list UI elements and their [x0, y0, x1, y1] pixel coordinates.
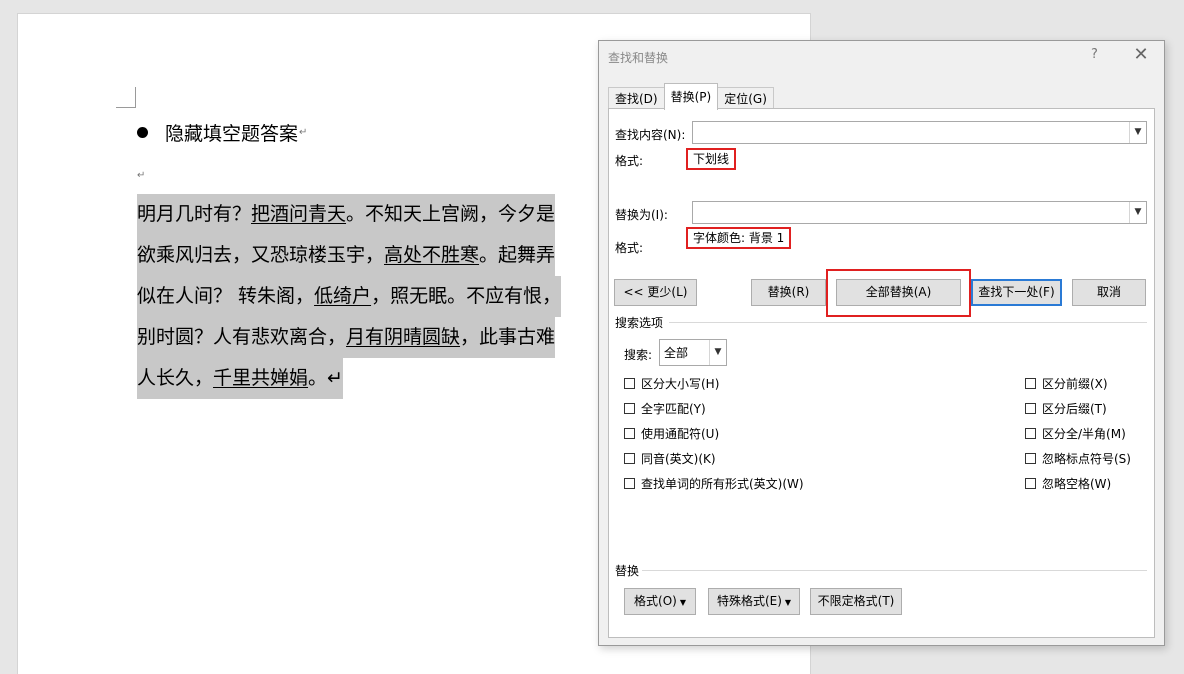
replace-all-button[interactable]: 全部替换(A): [836, 279, 961, 306]
poem-line[interactable]: 欲乘风归去，又恐琼楼玉宇，高处不胜寒。起舞弄: [137, 235, 556, 276]
dialog-title: 查找和替换: [608, 51, 669, 65]
find-format-label: 格式:: [615, 154, 644, 168]
underlined-answer: 低绮户: [314, 285, 372, 307]
replace-format-value: 字体颜色: 背景 1: [686, 227, 792, 249]
find-replace-dialog: 查找和替换 ? ✕ 查找(D) 替换(P) 定位(G) 查找内容(N): ▼ 格…: [598, 40, 1165, 646]
tab-find[interactable]: 查找(D): [608, 87, 665, 110]
find-label: 查找内容(N):: [615, 128, 686, 142]
cancel-button[interactable]: 取消: [1072, 279, 1146, 306]
replace-label: 替换为(I):: [615, 208, 668, 222]
caret-down-icon: ▼: [679, 598, 686, 607]
checkbox[interactable]: [1025, 428, 1036, 439]
option-full-half-width[interactable]: 区分全/半角(M): [1025, 425, 1126, 442]
underlined-answer: 高处不胜寒: [384, 244, 480, 266]
chevron-down-icon[interactable]: ▼: [1129, 122, 1146, 143]
underlined-answer: 把酒问青天: [251, 203, 347, 225]
poem-segment: 欲乘风归去，又恐琼楼玉宇，: [137, 244, 385, 266]
special-format-button[interactable]: 特殊格式(E) ▼: [708, 588, 800, 615]
search-direction-value: 全部: [664, 346, 689, 360]
replace-panel: 查找内容(N): ▼ 格式: 下划线 替换为(I): ▼ 格式: 字体颜色: 背…: [608, 108, 1155, 638]
poem-segment: 明月几时有？: [137, 203, 252, 225]
poem-line[interactable]: 人长久，千里共婵娟。↵: [137, 358, 343, 399]
bullet-icon: [137, 127, 148, 138]
help-button[interactable]: ?: [1091, 47, 1098, 62]
option-match-prefix[interactable]: 区分前缀(X): [1025, 375, 1108, 392]
underlined-answer: 千里共婵娟: [213, 367, 309, 389]
option-all-word-forms[interactable]: 查找单词的所有形式(英文)(W): [624, 475, 804, 492]
tab-bar: 查找(D) 替换(P) 定位(G): [608, 83, 774, 110]
replace-button[interactable]: 替换(R): [751, 279, 826, 306]
checkbox[interactable]: [1025, 378, 1036, 389]
divider: [669, 322, 1147, 323]
close-icon[interactable]: ✕: [1131, 44, 1151, 65]
checkbox[interactable]: [624, 428, 635, 439]
checkbox[interactable]: [624, 403, 635, 414]
no-formatting-button[interactable]: 不限定格式(T): [810, 588, 902, 615]
checkbox[interactable]: [1025, 478, 1036, 489]
poem-text[interactable]: 明月几时有？把酒问青天。不知天上宫阙，今夕是 欲乘风归去，又恐琼楼玉宇，高处不胜寒…: [137, 194, 562, 399]
tab-replace[interactable]: 替换(P): [663, 83, 719, 110]
poem-line[interactable]: 明月几时有？把酒问青天。不知天上宫阙，今夕是: [137, 194, 556, 235]
checkbox[interactable]: [1025, 453, 1036, 464]
option-whole-word[interactable]: 全字匹配(Y): [624, 400, 706, 417]
checkbox[interactable]: [624, 478, 635, 489]
poem-line[interactable]: 似在人间？ 转朱阁，低绮户，照无眠。不应有恨，: [137, 276, 562, 317]
search-options-title: 搜索选项: [615, 316, 664, 330]
poem-line[interactable]: 别时圆？人有悲欢离合，月有阴晴圆缺，此事古难: [137, 317, 556, 358]
search-direction-select[interactable]: 全部 ▼: [659, 339, 727, 366]
poem-segment: 。不知天上宫阙，今夕是: [346, 203, 556, 225]
checkbox[interactable]: [1025, 403, 1036, 414]
underlined-answer: 月有阴晴圆缺: [346, 326, 461, 348]
poem-segment: 。↵: [308, 367, 343, 389]
find-next-button[interactable]: 查找下一处(F): [971, 279, 1062, 306]
option-sounds-like[interactable]: 同音(英文)(K): [624, 450, 716, 467]
poem-segment: ，照无眠。不应有恨，: [371, 285, 562, 307]
checkbox[interactable]: [624, 378, 635, 389]
option-wildcards[interactable]: 使用通配符(U): [624, 425, 719, 442]
poem-segment: 人长久，: [137, 367, 214, 389]
poem-segment: ，此事古难: [460, 326, 556, 348]
checkbox[interactable]: [624, 453, 635, 464]
find-input[interactable]: ▼: [692, 121, 1147, 144]
option-ignore-punctuation[interactable]: 忽略标点符号(S): [1025, 450, 1131, 467]
chevron-down-icon[interactable]: ▼: [709, 340, 726, 365]
chevron-down-icon[interactable]: ▼: [1129, 202, 1146, 223]
tab-goto[interactable]: 定位(G): [717, 87, 774, 110]
search-label: 搜索:: [624, 348, 653, 362]
poem-segment: 似在人间？ 转朱阁，: [137, 285, 315, 307]
paragraph-mark: ↵: [299, 127, 308, 138]
poem-segment: 。起舞弄: [479, 244, 556, 266]
replace-input[interactable]: ▼: [692, 201, 1147, 224]
poem-segment: 别时圆？人有悲欢离合，: [137, 326, 347, 348]
bullet-text[interactable]: 隐藏填空题答案: [165, 119, 298, 146]
format-button[interactable]: 格式(O) ▼: [624, 588, 696, 615]
option-ignore-whitespace[interactable]: 忽略空格(W): [1025, 475, 1111, 492]
option-match-case[interactable]: 区分大小写(H): [624, 375, 719, 392]
divider: [642, 570, 1147, 571]
replace-format-label: 格式:: [615, 241, 644, 255]
margin-corner-mark: [116, 87, 136, 108]
replace-section-title: 替换: [615, 564, 640, 578]
bullet-paragraph[interactable]: 隐藏填空题答案 ↵: [137, 119, 307, 146]
option-match-suffix[interactable]: 区分后缀(T): [1025, 400, 1107, 417]
less-button[interactable]: << 更少(L): [614, 279, 697, 306]
empty-paragraph-mark: ↵: [137, 170, 146, 181]
find-format-value: 下划线: [686, 148, 737, 170]
caret-down-icon: ▼: [784, 598, 792, 607]
